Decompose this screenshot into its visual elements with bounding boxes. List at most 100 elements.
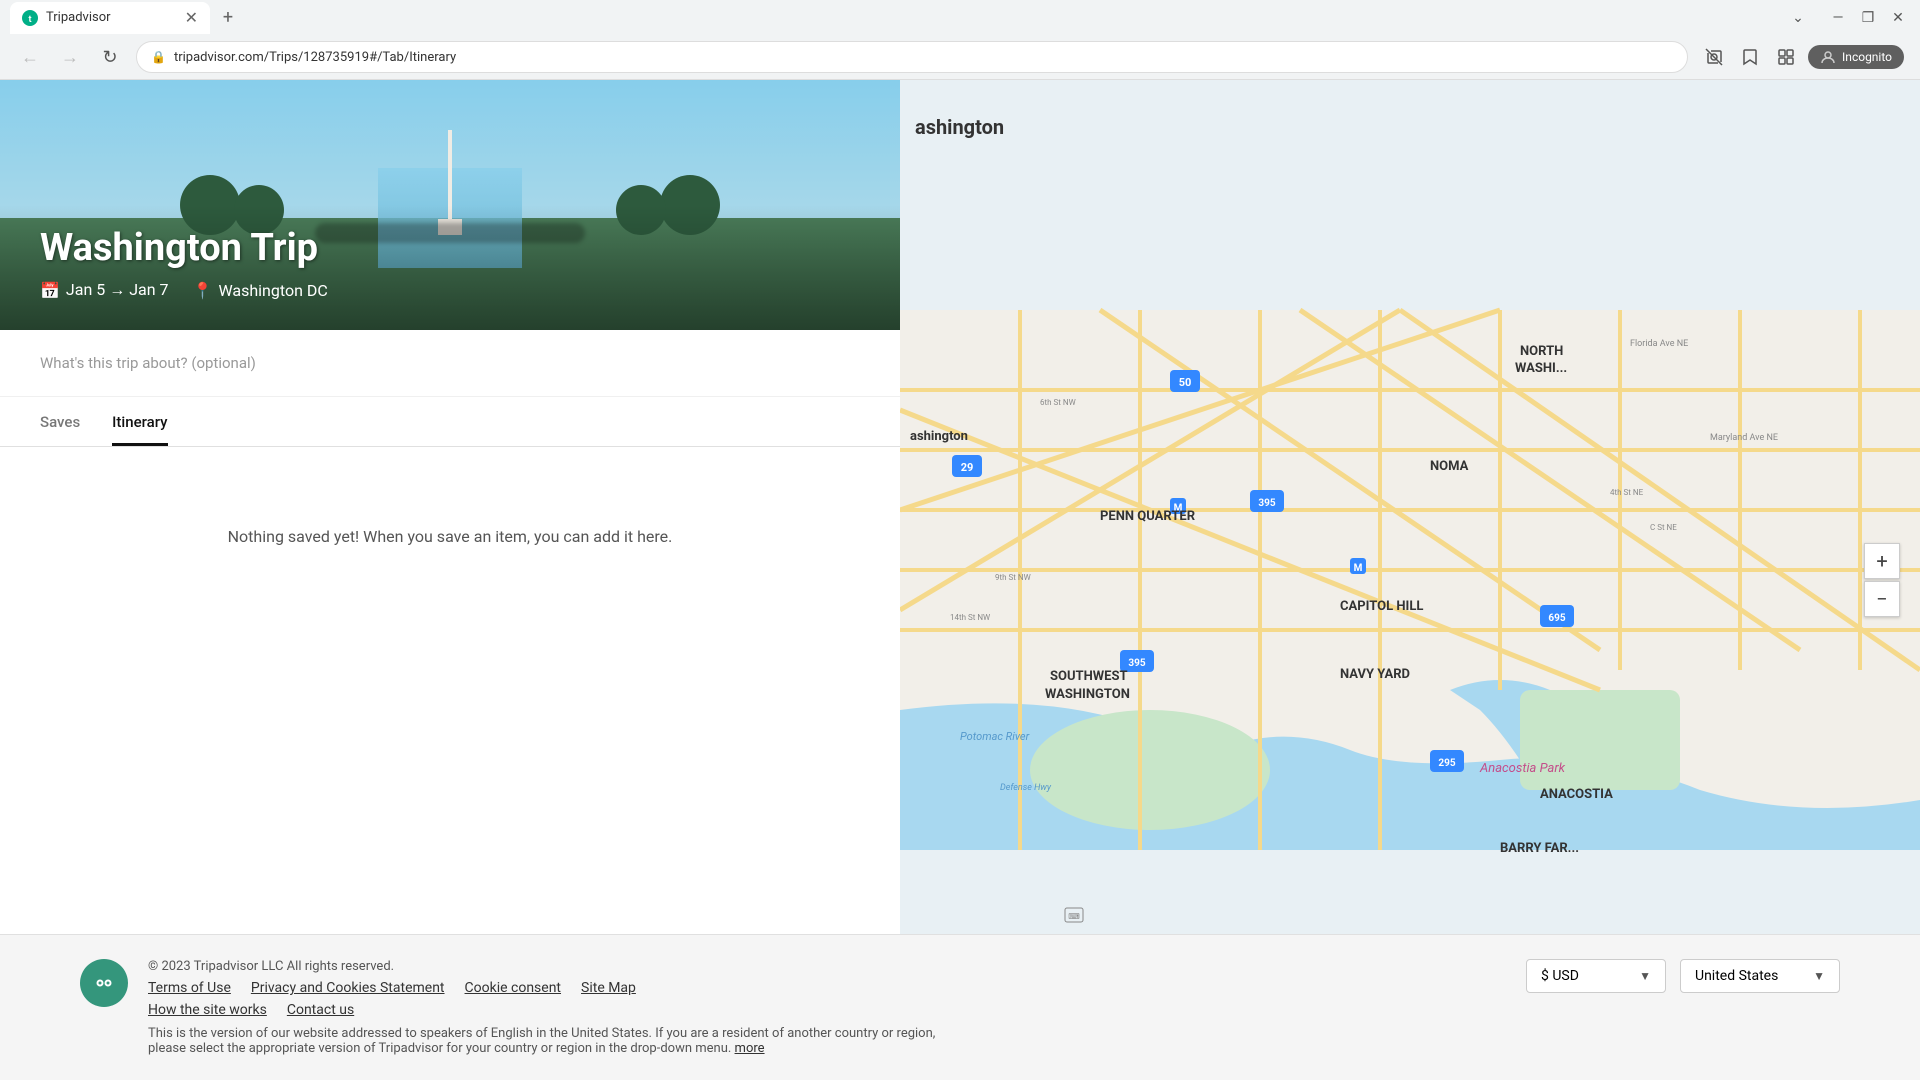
- refresh-button[interactable]: ↻: [96, 43, 124, 71]
- svg-text:9th St NW: 9th St NW: [995, 573, 1031, 582]
- svg-text:CAPITOL HILL: CAPITOL HILL: [1340, 599, 1423, 614]
- url-bar[interactable]: 🔒 tripadvisor.com/Trips/128735919#/Tab/I…: [136, 41, 1688, 73]
- terms-link[interactable]: Terms of Use: [148, 980, 231, 996]
- forward-button[interactable]: →: [56, 43, 84, 71]
- content-area: Washington Trip 📅 Jan 5 → Jan 7 📍 Washin…: [0, 80, 900, 1080]
- footer-link-row-1: Terms of Use Privacy and Cookies Stateme…: [148, 980, 1506, 996]
- lock-icon: 🔒: [151, 50, 166, 64]
- minimize-button[interactable]: —: [1824, 4, 1852, 32]
- back-button[interactable]: ←: [16, 43, 44, 71]
- restore-button[interactable]: ❐: [1854, 4, 1882, 32]
- tab-list-button[interactable]: ⌄: [1784, 4, 1812, 32]
- new-tab-button[interactable]: +: [214, 4, 242, 32]
- svg-text:6th St NW: 6th St NW: [1040, 398, 1076, 407]
- svg-text:WASHI...: WASHI...: [1515, 361, 1567, 376]
- svg-text:Maryland Ave NE: Maryland Ave NE: [1710, 433, 1778, 443]
- tab-bar: ⌄ — ❐ ✕ t Tripadvisor ✕ +: [0, 0, 1920, 36]
- svg-text:50: 50: [1179, 376, 1192, 389]
- svg-text:29: 29: [961, 461, 974, 474]
- map-zoom-controls: + −: [1864, 543, 1900, 617]
- tab-favicon: t: [22, 10, 38, 26]
- date-meta: 📅 Jan 5 → Jan 7: [40, 280, 169, 300]
- svg-text:t: t: [28, 15, 31, 25]
- currency-selector[interactable]: $ USD ▼: [1526, 959, 1666, 993]
- tab-saves[interactable]: Saves: [40, 397, 80, 446]
- footer-selectors: $ USD ▼ United States ▼: [1526, 959, 1840, 993]
- svg-text:ANACOSTIA: ANACOSTIA: [1540, 787, 1613, 802]
- no-camera-icon: [1700, 43, 1728, 71]
- map-area: 50 395 395 695 295 29 M M: [900, 80, 1920, 1080]
- zoom-in-button[interactable]: +: [1864, 543, 1900, 579]
- empty-state-message: Nothing saved yet! When you save an item…: [228, 527, 673, 546]
- map-svg: 50 395 395 695 295 29 M M: [900, 80, 1920, 1080]
- country-selector[interactable]: United States ▼: [1680, 959, 1840, 993]
- svg-text:295: 295: [1438, 758, 1455, 769]
- disclaimer-more-link[interactable]: more: [735, 1041, 765, 1056]
- country-chevron: ▼: [1813, 969, 1825, 983]
- currency-chevron: ▼: [1639, 969, 1651, 983]
- svg-text:BARRY FAR...: BARRY FAR...: [1500, 841, 1579, 856]
- svg-text:NOMA: NOMA: [1430, 459, 1469, 474]
- location-meta: 📍 Washington DC: [193, 281, 328, 300]
- footer: © 2023 Tripadvisor LLC All rights reserv…: [0, 934, 1920, 1080]
- bookmark-icon[interactable]: [1736, 43, 1764, 71]
- hero-meta: 📅 Jan 5 → Jan 7 📍 Washington DC: [40, 280, 328, 300]
- active-tab[interactable]: t Tripadvisor ✕: [10, 2, 210, 34]
- svg-text:14th St NW: 14th St NW: [950, 613, 990, 622]
- hero-overlay-content: Washington Trip 📅 Jan 5 → Jan 7 📍 Washin…: [40, 226, 328, 300]
- trip-title: Washington Trip: [40, 226, 328, 270]
- svg-text:395: 395: [1128, 658, 1145, 669]
- svg-text:PENN QUARTER: PENN QUARTER: [1100, 509, 1196, 524]
- svg-text:Anacostia Park: Anacostia Park: [1479, 761, 1566, 776]
- svg-text:WASHINGTON: WASHINGTON: [1045, 687, 1130, 702]
- svg-text:M: M: [1354, 563, 1363, 574]
- svg-text:NAVY YARD: NAVY YARD: [1340, 667, 1410, 682]
- browser-chrome: ⌄ — ❐ ✕ t Tripadvisor ✕ + ← → ↻ 🔒 tripad…: [0, 0, 1920, 80]
- svg-text:NORTH: NORTH: [1520, 344, 1563, 359]
- map-container[interactable]: 50 395 395 695 295 29 M M: [900, 80, 1920, 1080]
- map-title: ashington: [915, 115, 1004, 139]
- tabs-section: Saves Itinerary: [0, 397, 900, 447]
- cookie-consent-link[interactable]: Cookie consent: [465, 980, 561, 996]
- contact-us-link[interactable]: Contact us: [287, 1002, 354, 1018]
- how-site-works-link[interactable]: How the site works: [148, 1002, 267, 1018]
- tab-close-button[interactable]: ✕: [185, 8, 198, 27]
- disclaimer-text: This is the version of our website addre…: [148, 1026, 935, 1056]
- calendar-icon: 📅: [40, 281, 60, 300]
- svg-text:ashington: ashington: [910, 429, 968, 444]
- empty-state: Nothing saved yet! When you save an item…: [0, 447, 900, 626]
- location-icon: 📍: [193, 281, 213, 300]
- svg-text:Florida Ave NE: Florida Ave NE: [1630, 339, 1688, 349]
- currency-value: $ USD: [1541, 968, 1579, 984]
- close-button[interactable]: ✕: [1884, 4, 1912, 32]
- main-container: Washington Trip 📅 Jan 5 → Jan 7 📍 Washin…: [0, 80, 1920, 1080]
- tripadvisor-logo: [80, 959, 128, 1007]
- trip-description[interactable]: What's this trip about? (optional): [0, 330, 900, 397]
- svg-text:Potomac River: Potomac River: [960, 730, 1030, 743]
- extensions-icon[interactable]: [1772, 43, 1800, 71]
- svg-text:395: 395: [1258, 498, 1275, 509]
- tab-itinerary[interactable]: Itinerary: [112, 397, 167, 446]
- browser-actions: Incognito: [1700, 43, 1904, 71]
- trip-location: Washington DC: [218, 281, 327, 300]
- svg-text:C St NE: C St NE: [1650, 523, 1677, 532]
- description-placeholder: What's this trip about? (optional): [40, 354, 256, 372]
- footer-link-row-2: How the site works Contact us: [148, 1002, 1506, 1018]
- svg-text:695: 695: [1548, 613, 1565, 624]
- footer-links: © 2023 Tripadvisor LLC All rights reserv…: [148, 959, 1506, 1056]
- address-bar: ← → ↻ 🔒 tripadvisor.com/Trips/128735919#…: [0, 36, 1920, 79]
- zoom-out-button[interactable]: −: [1864, 581, 1900, 617]
- svg-text:Defense Hwy: Defense Hwy: [1000, 783, 1052, 793]
- sitemap-link[interactable]: Site Map: [581, 980, 636, 996]
- svg-text:4th St NE: 4th St NE: [1610, 488, 1644, 497]
- footer-disclaimer: This is the version of our website addre…: [148, 1026, 968, 1056]
- privacy-link[interactable]: Privacy and Cookies Statement: [251, 980, 445, 996]
- footer-inner: © 2023 Tripadvisor LLC All rights reserv…: [80, 959, 1840, 1056]
- footer-copyright: © 2023 Tripadvisor LLC All rights reserv…: [148, 959, 1506, 974]
- incognito-indicator: Incognito: [1808, 45, 1904, 69]
- svg-text:SOUTHWEST: SOUTHWEST: [1050, 669, 1128, 684]
- trip-dates: Jan 5 → Jan 7: [66, 280, 169, 300]
- country-value: United States: [1695, 968, 1778, 984]
- svg-text:⌨: ⌨: [1068, 912, 1080, 921]
- tab-title: Tripadvisor: [46, 10, 111, 25]
